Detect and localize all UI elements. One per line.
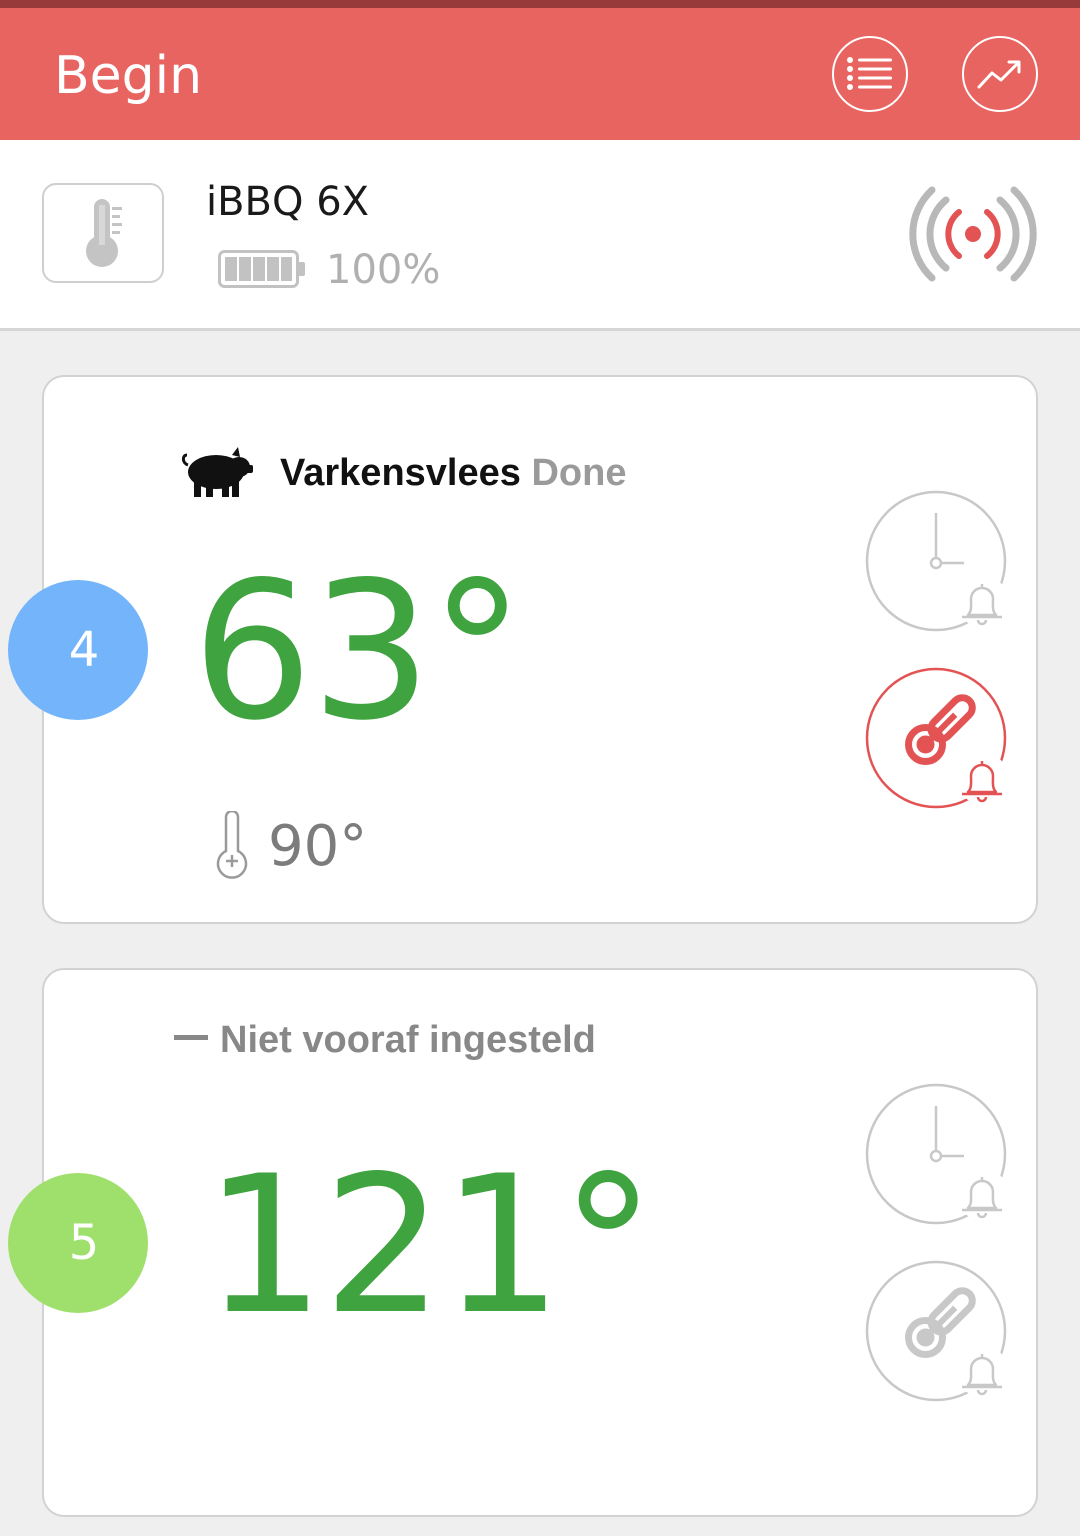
page-title: Begin xyxy=(54,46,203,106)
app-bar: Begin xyxy=(0,8,1080,140)
chart-button[interactable] xyxy=(962,36,1038,112)
timer-alarm-button[interactable] xyxy=(864,489,1012,633)
battery-indicator xyxy=(218,250,306,293)
probe-card-5[interactable]: 5 Niet vooraf ingesteld 121° xyxy=(8,968,1038,1517)
device-bar[interactable]: iBBQ 6X 100% xyxy=(0,140,1080,331)
list-button[interactable] xyxy=(832,36,908,112)
bell-icon xyxy=(956,752,1008,804)
alarm-signal-button[interactable] xyxy=(906,184,1040,289)
thermometer-icon xyxy=(86,199,122,267)
trend-chart-icon xyxy=(977,60,1021,89)
probe-preset-title: Niet vooraf ingesteld xyxy=(174,1018,596,1062)
current-temperature: 63° xyxy=(192,541,525,762)
probe-meat-title: Varkensvlees Done xyxy=(280,451,626,495)
temperature-alarm-button[interactable] xyxy=(864,1259,1012,1403)
pig-icon xyxy=(181,447,253,497)
device-name: iBBQ 6X xyxy=(206,179,370,225)
bell-icon xyxy=(956,1345,1008,1397)
battery-icon xyxy=(218,250,305,288)
probe-card-4[interactable]: 4 Varkensvlees Done 63° 90° xyxy=(8,375,1038,924)
doneness-label: Done xyxy=(531,452,627,494)
probe-number: 4 xyxy=(68,622,100,678)
probe-number-badge: 4 xyxy=(8,580,148,720)
battery-percent: 100% xyxy=(326,247,441,293)
target-temperature: 90° xyxy=(268,814,368,879)
temperature-alarm-button[interactable] xyxy=(864,666,1012,810)
meat-name: Varkensvlees xyxy=(280,452,521,494)
bell-icon xyxy=(956,1168,1008,1220)
current-temperature: 121° xyxy=(204,1135,656,1356)
preset-label: Niet vooraf ingesteld xyxy=(220,1019,596,1061)
probe-number-badge: 5 xyxy=(8,1173,148,1313)
target-thermometer-icon xyxy=(216,811,248,879)
list-icon xyxy=(847,57,892,90)
device-icon-button[interactable] xyxy=(42,183,164,283)
bell-icon xyxy=(956,575,1008,627)
alarm-signal-icon xyxy=(909,186,1037,282)
probe-number: 5 xyxy=(68,1215,100,1271)
timer-alarm-button[interactable] xyxy=(864,1082,1012,1226)
dash-icon xyxy=(174,1035,208,1041)
status-strip xyxy=(0,0,1080,8)
